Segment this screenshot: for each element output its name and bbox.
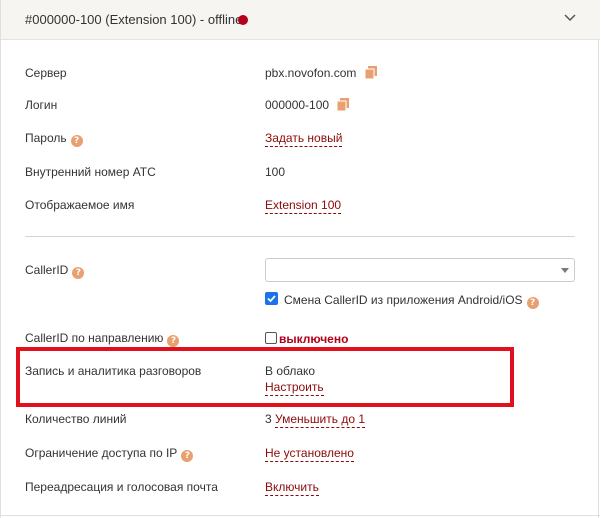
ip-restriction-label-group: Ограничение доступа по IP?: [25, 446, 194, 462]
ip-restriction-value: Не установлено: [265, 446, 354, 462]
callerid-direction-checkbox[interactable]: [265, 332, 277, 344]
login-label: Логин: [25, 98, 58, 112]
help-icon[interactable]: ?: [70, 135, 83, 147]
server-label: Сервер: [25, 66, 67, 80]
dropdown-arrow-icon: [561, 268, 569, 273]
callerid-direction-label-group: CallerID по направлению?: [25, 331, 180, 347]
callerid-app-label: Смена CallerID из приложения Android/iOS: [284, 293, 523, 307]
copy-icon[interactable]: [364, 66, 377, 79]
login-value-group: 000000-100: [265, 98, 350, 112]
recording-label: Запись и аналитика разговоров: [25, 364, 202, 378]
lines-value-group: 3 Уменьшить до 1: [265, 412, 366, 428]
display-name-value: Extension 100: [265, 198, 342, 214]
help-icon[interactable]: ?: [72, 267, 85, 279]
callerid-app-checkbox[interactable]: [265, 292, 278, 305]
password-value: Задать новый: [265, 131, 343, 147]
lines-value: 3: [265, 412, 272, 426]
offline-status-dot: [238, 15, 248, 25]
callerid-label-group: CallerID?: [25, 263, 85, 279]
server-value-group: pbx.novofon.com: [265, 66, 377, 80]
copy-icon[interactable]: [337, 98, 350, 111]
password-label: Пароль: [25, 131, 67, 145]
callerid-direction-status: выключено: [279, 332, 349, 346]
checkmark-icon: [267, 295, 276, 303]
section-divider: [25, 236, 575, 237]
forwarding-value: Включить: [265, 480, 319, 496]
login-value: 000000-100: [265, 98, 330, 112]
help-icon[interactable]: ?: [181, 450, 194, 462]
lines-label: Количество линий: [25, 412, 127, 426]
configure-recording-link[interactable]: Настроить: [265, 380, 324, 396]
internal-number-value: 100: [265, 165, 286, 179]
help-icon[interactable]: ?: [526, 297, 539, 309]
extension-panel: #000000-100 (Extension 100) - offline Се…: [0, 0, 600, 518]
reduce-lines-link[interactable]: Уменьшить до 1: [275, 412, 366, 428]
callerid-label: CallerID: [25, 263, 69, 277]
callerid-select[interactable]: [265, 258, 575, 282]
recording-value: В облако: [265, 364, 316, 378]
panel-bottom-border: [1, 515, 600, 516]
recording-configure: Настроить: [265, 380, 324, 396]
set-new-password-link[interactable]: Задать новый: [265, 131, 343, 147]
enable-forwarding-link[interactable]: Включить: [265, 480, 319, 496]
server-value: pbx.novofon.com: [265, 66, 357, 80]
forwarding-label: Переадресация и голосовая почта: [25, 480, 218, 494]
display-name-link[interactable]: Extension 100: [265, 198, 342, 214]
panel-title: #000000-100 (Extension 100) - offline: [25, 12, 243, 27]
ip-restriction-link[interactable]: Не установлено: [265, 446, 354, 462]
panel-header[interactable]: #000000-100 (Extension 100) - offline: [1, 0, 600, 40]
callerid-direction-label: CallerID по направлению: [25, 331, 164, 345]
help-icon[interactable]: ?: [167, 335, 180, 347]
callerid-app-label-group: Смена CallerID из приложения Android/iOS…: [284, 293, 539, 309]
password-label-group: Пароль?: [25, 131, 83, 147]
ip-restriction-label: Ограничение доступа по IP: [25, 446, 178, 460]
internal-number-label: Внутренний номер АТС: [25, 165, 156, 179]
display-name-label: Отображаемое имя: [25, 198, 135, 212]
chevron-down-icon[interactable]: [563, 11, 577, 25]
